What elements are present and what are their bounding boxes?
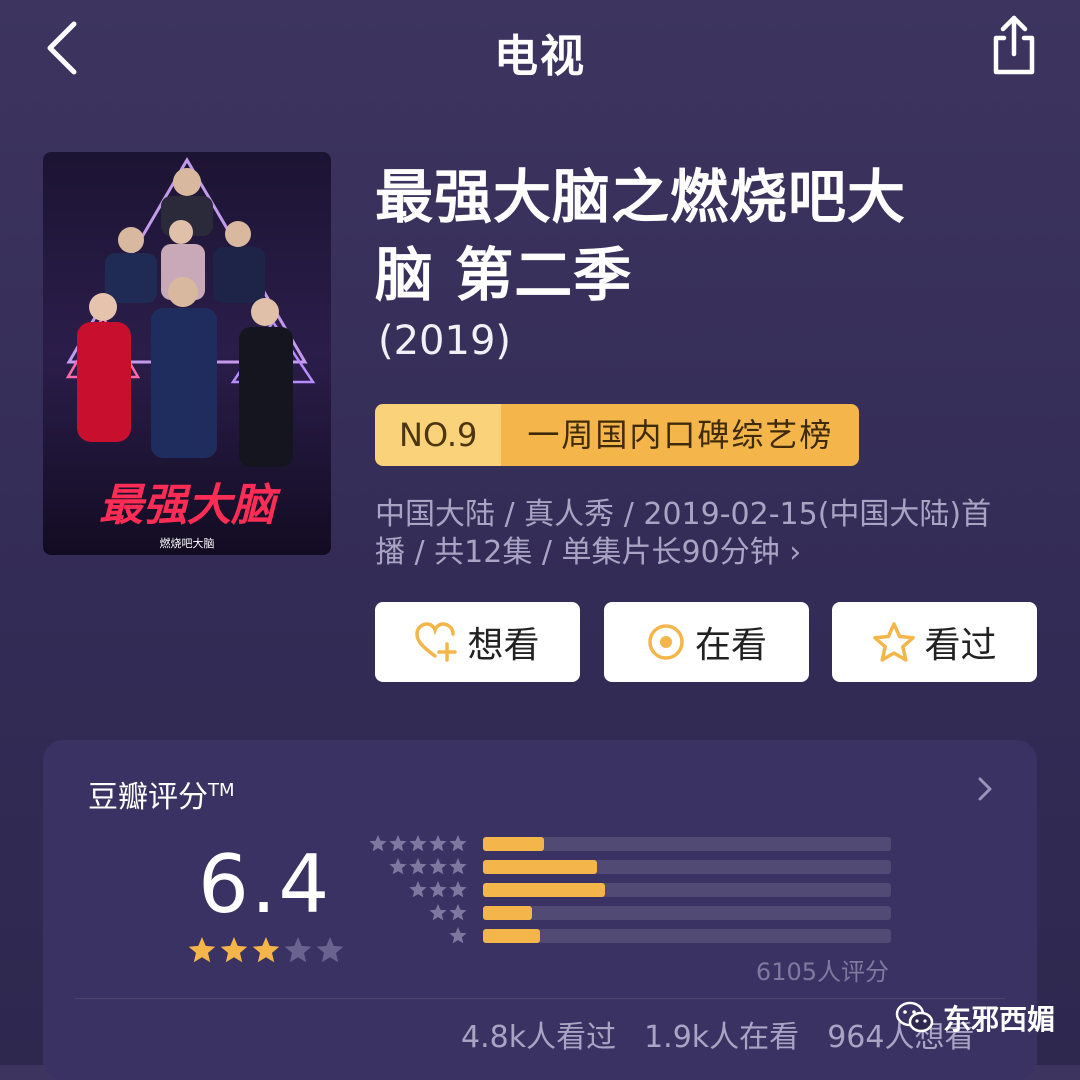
- trademark-mark: TM: [208, 780, 235, 801]
- small-star-icon: [429, 904, 447, 921]
- bar-stars-icon: [389, 858, 467, 875]
- show-title-line2: 脑 第二季: [375, 241, 633, 309]
- small-star-icon: [369, 835, 387, 852]
- small-star-icon: [449, 904, 467, 921]
- small-star-icon: [389, 835, 407, 852]
- bar-fill: [483, 906, 532, 920]
- rating-bar-row: [368, 903, 898, 923]
- star-filled-icon: [188, 937, 216, 963]
- target-circle-icon: [648, 624, 684, 660]
- rating-distribution: [368, 834, 898, 954]
- watched-button[interactable]: 看过: [832, 602, 1037, 682]
- small-star-icon: [449, 835, 467, 852]
- poster-title-text: 最强大脑: [99, 480, 281, 531]
- divider: [75, 998, 1005, 999]
- show-year: (2019): [378, 318, 512, 364]
- watermark: 东邪西媚: [895, 998, 1055, 1038]
- show-poster[interactable]: 最强大脑 燃烧吧大脑: [43, 152, 331, 555]
- rating-stars: [188, 937, 344, 963]
- watching-button[interactable]: 在看: [603, 602, 809, 682]
- action-buttons: 想看 在看 看过: [375, 602, 1037, 682]
- meta-line2: 播 / 共12集 / 单集片长90分钟: [375, 535, 780, 570]
- star-filled-icon: [252, 937, 280, 963]
- small-star-icon: [409, 858, 427, 875]
- bar-track: [483, 837, 891, 851]
- wechat-icon: [895, 1001, 934, 1033]
- small-star-icon: [429, 858, 447, 875]
- bar-fill: [483, 883, 606, 897]
- show-title-line1: 最强大脑之燃烧吧大: [375, 163, 907, 231]
- douban-rating-card[interactable]: 豆瓣评分TM 6.4 6105人评分 4.8k人看过 1.9k人在看 964人想…: [43, 740, 1037, 1080]
- bar-track: [483, 883, 891, 897]
- bar-fill: [483, 860, 598, 874]
- small-star-icon: [409, 835, 427, 852]
- rating-label-text: 豆瓣评分: [88, 780, 208, 815]
- bar-stars-icon: [429, 904, 467, 921]
- small-star-icon: [389, 858, 407, 875]
- star-empty-icon: [284, 937, 312, 963]
- bar-fill: [483, 929, 541, 943]
- rank-number: NO.9: [375, 404, 502, 466]
- bar-track: [483, 929, 891, 943]
- bar-track: [483, 906, 891, 920]
- rating-bar-row: [368, 834, 898, 854]
- share-icon[interactable]: [986, 14, 1042, 78]
- star-outline-icon: [873, 622, 916, 662]
- want-to-watch-button[interactable]: 想看: [375, 602, 580, 682]
- rating-count: 6105人评分: [755, 958, 889, 986]
- watched-count[interactable]: 4.8k人看过: [461, 1012, 616, 1056]
- top-bar: 电视: [0, 0, 1080, 100]
- rating-bar-row: [368, 857, 898, 877]
- small-star-icon: [429, 835, 447, 852]
- rank-badge[interactable]: NO.9 一周国内口碑综艺榜: [375, 404, 860, 466]
- watermark-text: 东邪西媚: [943, 1003, 1056, 1036]
- show-meta[interactable]: 中国大陆 / 真人秀 / 2019-02-15(中国大陆)首 播 / 共12集 …: [375, 496, 1055, 572]
- rank-label: 一周国内口碑综艺榜: [501, 404, 860, 466]
- show-title: 最强大脑之燃烧吧大 脑 第二季: [375, 158, 1035, 314]
- rating-bar-row: [368, 926, 898, 946]
- small-star-icon: [449, 927, 467, 944]
- rating-score: 6.4: [198, 838, 332, 931]
- watched-label: 看过: [924, 625, 997, 666]
- small-star-icon: [449, 858, 467, 875]
- small-star-icon: [449, 881, 467, 898]
- bar-stars-icon: [449, 927, 467, 944]
- heart-plus-icon: [415, 622, 458, 662]
- watching-count[interactable]: 1.9k人在看: [644, 1012, 799, 1056]
- rating-label: 豆瓣评分TM: [88, 772, 235, 816]
- chevron-right-icon[interactable]: [975, 774, 995, 804]
- page-title: 电视: [494, 31, 586, 82]
- star-empty-icon: [316, 937, 344, 963]
- want-to-watch-label: 想看: [467, 625, 540, 666]
- meta-line1: 中国大陆 / 真人秀 / 2019-02-15(中国大陆)首: [375, 497, 992, 532]
- bar-track: [483, 860, 891, 874]
- bar-stars-icon: [409, 881, 467, 898]
- star-filled-icon: [220, 937, 248, 963]
- poster-subtitle-text: 燃烧吧大脑: [160, 536, 215, 550]
- small-star-icon: [409, 881, 427, 898]
- rating-bar-row: [368, 880, 898, 900]
- bar-stars-icon: [369, 835, 467, 852]
- bar-fill: [483, 837, 545, 851]
- chevron-right-icon: ›: [789, 535, 802, 570]
- watching-label: 在看: [694, 625, 767, 666]
- small-star-icon: [429, 881, 447, 898]
